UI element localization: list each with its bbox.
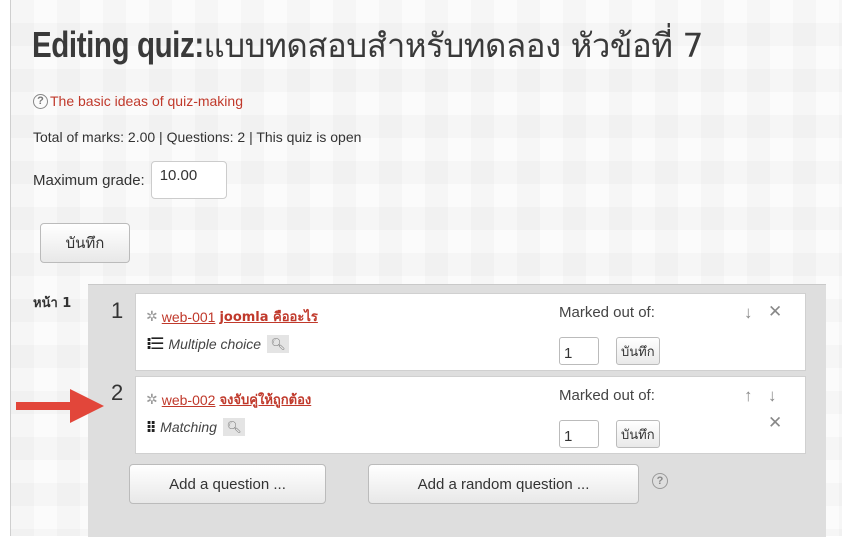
question-slot: ✲ web-002 จงจับคู่ให้ถูกต้อง ⁝⁝ Matching…	[135, 376, 806, 454]
preview-magnifier-icon[interactable]: 🔍︎	[267, 335, 290, 353]
maximum-grade-input[interactable]	[150, 161, 227, 199]
question-name-link[interactable]: joomla คืออะไร	[219, 306, 317, 327]
question-id-link[interactable]: web-002	[162, 392, 216, 408]
preview-magnifier-icon[interactable]: 🔍︎	[222, 418, 245, 436]
move-up-icon[interactable]: ↑	[744, 386, 753, 406]
question-slot: ✲ web-001 joomla คืออะไร ⁝☰ Multiple cho…	[135, 293, 806, 371]
maximum-grade-label: Maximum grade:	[33, 171, 145, 189]
mark-save-button[interactable]: บันทึก	[616, 337, 660, 365]
question-type: Matching	[160, 419, 217, 435]
delete-icon[interactable]: ✕	[768, 302, 782, 322]
question-id-link[interactable]: web-001	[162, 309, 216, 325]
multichoice-icon: ⁝☰	[146, 336, 164, 353]
page-title: Editing quiz: แบบทดสอบสำหรับทดลอง หัวข้อ…	[32, 24, 704, 65]
maximum-grade-row: Maximum grade:	[33, 161, 227, 199]
page-label: หน้า 1	[33, 296, 72, 311]
marked-out-of-label: Marked out of:	[559, 304, 655, 321]
move-down-icon[interactable]: ↓	[768, 386, 777, 406]
help-circle-icon[interactable]: ?	[652, 473, 668, 489]
help-row: ? The basic ideas of quiz-making	[33, 93, 243, 109]
add-random-question-button[interactable]: Add a random question ...	[368, 464, 639, 504]
question-number: 2	[111, 380, 124, 405]
help-circle-icon[interactable]: ?	[33, 93, 48, 109]
red-arrow-icon	[16, 389, 104, 423]
gear-icon: ✲	[146, 308, 158, 324]
mark-input[interactable]	[559, 337, 599, 365]
mark-input[interactable]	[559, 420, 599, 448]
save-grade-button[interactable]: บันทึก	[40, 223, 130, 263]
quiz-status: Total of marks: 2.00 | Questions: 2 | Th…	[33, 129, 362, 145]
add-question-button[interactable]: Add a question ...	[129, 464, 326, 504]
question-type: Multiple choice	[168, 336, 262, 352]
question-number: 1	[111, 298, 124, 323]
mark-save-button[interactable]: บันทึก	[616, 420, 660, 448]
delete-icon[interactable]: ✕	[768, 413, 782, 433]
gear-icon: ✲	[146, 391, 158, 407]
move-down-icon[interactable]: ↓	[744, 303, 753, 323]
marked-out-of-label: Marked out of:	[559, 387, 655, 404]
matching-icon: ⁝⁝	[146, 419, 156, 436]
help-link[interactable]: The basic ideas of quiz-making	[50, 93, 243, 109]
question-name-link[interactable]: จงจับคู่ให้ถูกต้อง	[219, 389, 311, 410]
